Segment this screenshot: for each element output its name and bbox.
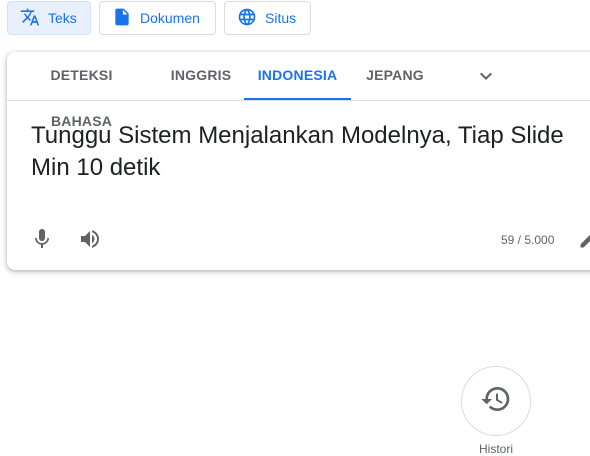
tab-english[interactable]: INGGRIS — [168, 52, 234, 100]
source-text-input[interactable]: Tunggu Sistem Menjalankan Modelnya, Tiap… — [31, 120, 571, 184]
document-mode-label: Dokumen — [140, 10, 200, 26]
text-mode-label: Teks — [48, 10, 77, 26]
mode-toolbar: Teks Dokumen Situs — [0, 0, 590, 36]
tab-indonesian[interactable]: INDONESIA — [244, 52, 351, 100]
website-mode-label: Situs — [265, 10, 297, 26]
microphone-icon[interactable] — [30, 227, 54, 251]
edit-icon[interactable] — [578, 230, 590, 250]
translate-icon — [20, 7, 48, 30]
chevron-down-icon[interactable] — [474, 64, 498, 88]
text-mode-button[interactable]: Teks — [7, 1, 91, 35]
speaker-icon[interactable] — [78, 227, 102, 251]
history-label: Histori — [478, 442, 513, 456]
history-button[interactable] — [461, 366, 531, 436]
history-icon — [480, 383, 512, 420]
language-tabs: DETEKSI BAHASA INGGRIS INDONESIA JEPANG — [7, 52, 590, 129]
website-mode-button[interactable]: Situs — [224, 1, 311, 35]
tab-japanese[interactable]: JEPANG — [363, 52, 427, 100]
source-panel: DETEKSI BAHASA INGGRIS INDONESIA JEPANG … — [7, 52, 590, 270]
character-count: 59 / 5.000 — [501, 233, 555, 247]
tab-detect-language[interactable]: DETEKSI BAHASA — [23, 52, 140, 129]
document-icon — [112, 7, 140, 30]
globe-icon — [237, 7, 265, 30]
document-mode-button[interactable]: Dokumen — [99, 1, 216, 35]
